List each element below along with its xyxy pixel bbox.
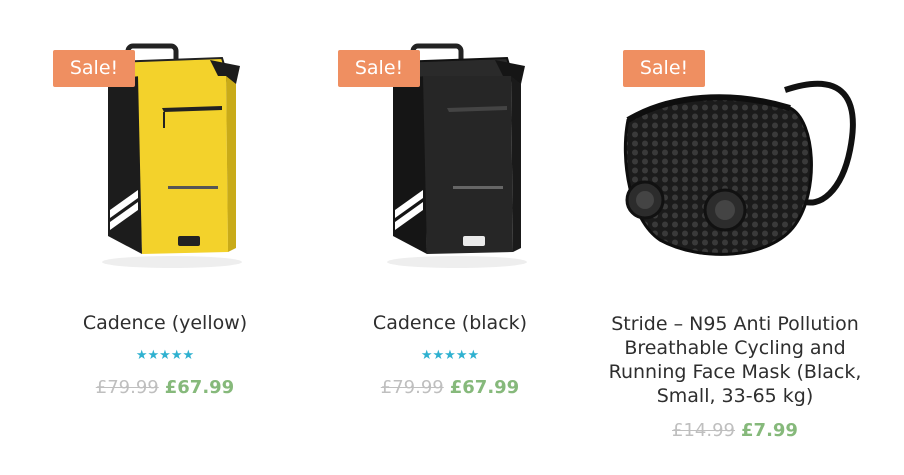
new-price: £67.99 — [449, 377, 520, 398]
new-price: £7.99 — [741, 420, 798, 441]
product-card[interactable]: Sale! Cadence (black) ★★★★★ £79.99 £67.99 — [305, 0, 595, 475]
price: £79.99 £67.99 — [20, 376, 310, 400]
price: £79.99 £67.99 — [305, 376, 595, 400]
sale-badge: Sale! — [53, 50, 135, 87]
price: £14.99 £7.99 — [590, 419, 880, 443]
old-price: £79.99 — [95, 377, 159, 398]
product-title[interactable]: Cadence (black) — [305, 311, 595, 335]
product-card[interactable]: Sale! Cadence (yellow) ★★★★★ £79.99 £67.9… — [20, 0, 310, 475]
old-price: £79.99 — [380, 377, 444, 398]
rating-stars: ★★★★★ — [135, 348, 195, 363]
product-title[interactable]: Cadence (yellow) — [20, 311, 310, 335]
product-card[interactable]: Sale! Stride – N95 Anti Pollution Breath… — [590, 0, 880, 475]
product-grid: Sale! Cadence (yellow) ★★★★★ £79.99 £67.9… — [0, 0, 904, 475]
new-price: £67.99 — [164, 377, 235, 398]
product-title[interactable]: Stride – N95 Anti Pollution Breathable C… — [590, 312, 880, 408]
sale-badge: Sale! — [623, 50, 705, 87]
old-price: £14.99 — [672, 420, 736, 441]
rating-stars: ★★★★★ — [420, 348, 480, 363]
sale-badge: Sale! — [338, 50, 420, 87]
